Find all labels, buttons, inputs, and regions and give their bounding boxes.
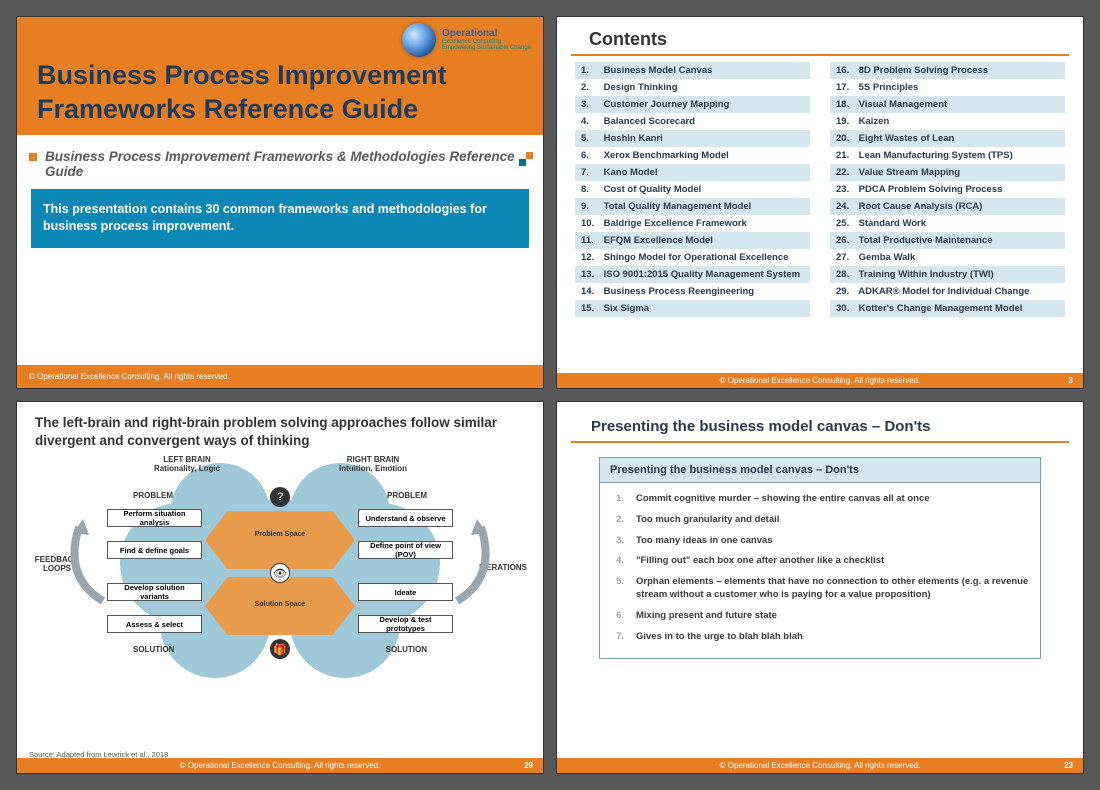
contents-row: 1. Business Model Canvas [575,62,810,79]
decor-squares-icon [519,157,533,171]
contents-col-left: 1. Business Model Canvas2. Design Thinki… [575,62,810,317]
slide-footer: © Operational Excellence Consulting. All… [17,758,543,773]
question-icon: ? [270,487,290,507]
contents-row: 20. Eight Wastes of Lean [830,130,1065,147]
problem-space-shape [205,511,355,569]
donts-item: 6.Mixing present and future state [610,606,1030,627]
slide-contents: Contents 1. Business Model Canvas2. Desi… [556,16,1084,389]
donts-item: 3.Too many ideas in one canvas [610,531,1030,552]
problem-right-label: PROBLEM [387,491,427,500]
feedback-arrow-icon [59,517,113,607]
donts-item: 7.Gives in to the urge to blah blah blah [610,627,1030,648]
contents-row: 11. EFQM Excellence Model [575,232,810,249]
contents-row: 8. Cost of Quality Model [575,181,810,198]
contents-row: 26. Total Productive Maintenance [830,232,1065,249]
donts-item: 2.Too much granularity and detail [610,510,1030,531]
page-number: 23 [1064,761,1073,770]
contents-row: 3. Customer Journey Mapping [575,96,810,113]
main-title: Business Process Improvement Frameworks … [37,59,523,127]
slide-footer: © Operational Excellence Consulting. All… [557,758,1083,773]
contents-row: 5. Hoshin Kanri [575,130,810,147]
contents-row: 21. Lean Manufacturing System (TPS) [830,147,1065,164]
contents-row: 27. Gemba Walk [830,249,1065,266]
globe-icon [402,23,436,57]
contents-heading: Contents [571,17,1069,56]
slide-title: Operational Excellence Consulting Empowe… [16,16,544,389]
contents-row: 10. Baldrige Excellence Framework [575,215,810,232]
donts-heading: Presenting the business model canvas – D… [571,402,1069,443]
donts-box-heading: Presenting the business model canvas – D… [600,458,1040,483]
contents-row: 19. Kaizen [830,113,1065,130]
blurb-box: This presentation contains 30 common fra… [31,189,529,248]
contents-row: 23. PDCA Problem Solving Process [830,181,1065,198]
diagram-heading: The left-brain and right-brain problem s… [17,402,543,455]
contents-row: 15. Six Sigma [575,300,810,317]
eye-icon: 👁 [270,563,290,583]
contents-row: 16. 8D Problem Solving Process [830,62,1065,79]
problem-space-label: Problem Space [255,531,306,538]
donts-box: Presenting the business model canvas – D… [599,457,1041,659]
copyright: © Operational Excellence Consulting. All… [720,761,921,770]
left-box-3: Develop solution variants [107,583,202,601]
title-banner: Operational Excellence Consulting Empowe… [17,17,543,135]
donts-item: 4."Filling out" each box one after anoth… [610,551,1030,572]
contents-row: 2. Design Thinking [575,79,810,96]
contents-row: 14. Business Process Reengineering [575,283,810,300]
contents-row: 9. Total Quality Management Model [575,198,810,215]
donts-item: 1.Commit cognitive murder – showing the … [610,489,1030,510]
contents-columns: 1. Business Model Canvas2. Design Thinki… [557,62,1083,317]
left-box-2: Find & define goals [107,541,202,559]
brain-figure: ? 👁 🎁 Perform situation analysis Find & … [17,455,543,690]
solution-right-label: SOLUTION [386,645,427,654]
right-brain-label: RIGHT BRAINIntuition, Emotion [323,455,423,473]
contents-row: 18. Visual Management [830,96,1065,113]
left-brain-label: LEFT BRAINRationality, Logic [137,455,237,473]
slide-footer: © Operational Excellence Consulting. All… [557,373,1083,388]
brand-logo: Operational Excellence Consulting Empowe… [402,23,531,57]
brand-tag: Empowering Sustainable Change [442,45,531,51]
page-number: 3 [1069,376,1073,385]
copyright: © Operational Excellence Consulting. All… [720,376,921,385]
slide-footer: © Operational Excellence Consulting. All… [17,365,543,388]
right-box-2: Define point of view (POV) [358,541,453,559]
contents-row: 22. Value Stream Mapping [830,164,1065,181]
subtitle-row: Business Process Improvement Frameworks … [17,135,543,189]
contents-row: 4. Balanced Scorecard [575,113,810,130]
contents-row: 30. Kotter's Change Management Model [830,300,1065,317]
slide-brain-diagram: The left-brain and right-brain problem s… [16,401,544,774]
solution-left-label: SOLUTION [133,645,174,654]
problem-left-label: PROBLEM [133,491,173,500]
subtitle: Business Process Improvement Frameworks … [45,149,515,179]
iterations-arrow-icon [447,517,501,607]
slide-donts: Presenting the business model canvas – D… [556,401,1084,774]
solution-space-label: Solution Space [255,601,306,608]
contents-row: 24. Root Cause Analysis (RCA) [830,198,1065,215]
copyright: © Operational Excellence Consulting. All… [180,761,381,770]
right-box-1: Understand & observe [358,509,453,527]
gift-icon: 🎁 [270,639,290,659]
contents-row: 28. Training Within Industry (TWI) [830,266,1065,283]
page-number: 29 [524,761,533,770]
donts-item: 5.Orphan elements – elements that have n… [610,572,1030,606]
left-box-1: Perform situation analysis [107,509,202,527]
donts-list: 1.Commit cognitive murder – showing the … [600,483,1040,658]
right-box-3: Ideate [358,583,453,601]
contents-row: 7. Kano Model [575,164,810,181]
brand-text: Operational Excellence Consulting Empowe… [442,29,531,51]
brand-name: Operational [442,28,498,39]
contents-col-right: 16. 8D Problem Solving Process17. 5S Pri… [830,62,1065,317]
contents-row: 6. Xerox Benchmarking Model [575,147,810,164]
contents-row: 25. Standard Work [830,215,1065,232]
slide-grid: Operational Excellence Consulting Empowe… [0,0,1100,790]
contents-row: 12. Shingo Model for Operational Excelle… [575,249,810,266]
contents-row: 17. 5S Principles [830,79,1065,96]
contents-row: 29. ADKAR® Model for Individual Change [830,283,1065,300]
right-box-4: Develop & test prototypes [358,615,453,633]
left-box-4: Assess & select [107,615,202,633]
contents-row: 13. ISO 9001:2015 Quality Management Sys… [575,266,810,283]
